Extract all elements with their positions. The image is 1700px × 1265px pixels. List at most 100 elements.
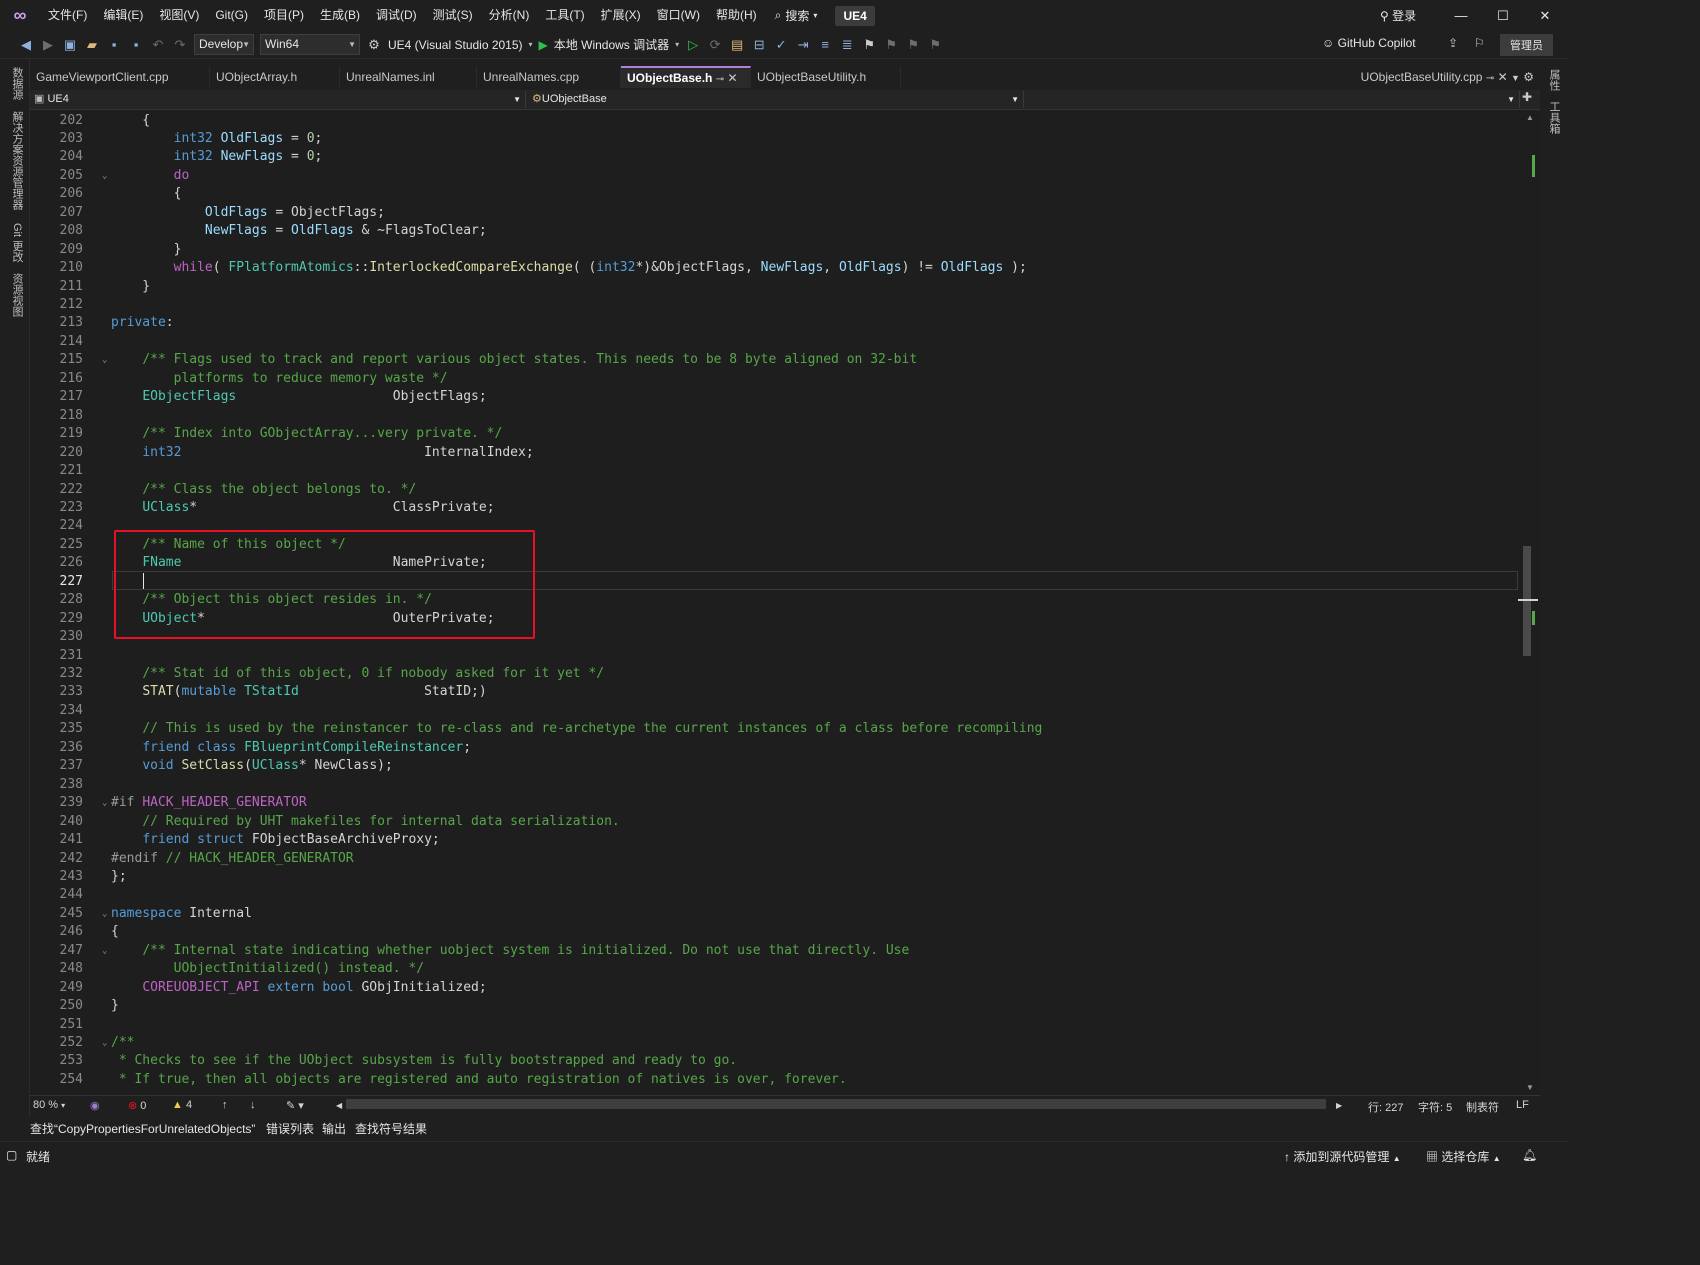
scope-dropdown[interactable]: ⚙UObjectBase ▼: [528, 91, 1024, 108]
error-list-tab[interactable]: 错误列表: [266, 1120, 314, 1137]
menu-item[interactable]: 窗口(W): [649, 0, 708, 31]
close-tab-icon[interactable]: ✕: [727, 71, 737, 85]
feedback-icon[interactable]: ⚐: [1474, 36, 1485, 50]
code-line[interactable]: 236 friend class FBlueprintCompileReinst…: [30, 739, 1522, 757]
search-button[interactable]: ⌕ 搜索 ▾: [765, 7, 828, 24]
tab-uobjectbaseutility-cpp[interactable]: UObjectBaseUtility.cpp ⊸ ✕ ▼ ⚙: [1355, 66, 1540, 88]
configuration-dropdown[interactable]: Develop ▼: [194, 34, 254, 55]
code-line[interactable]: 239 ⌄ #if HACK_HEADER_GENERATOR: [30, 794, 1522, 812]
menu-item[interactable]: 测试(S): [425, 0, 481, 31]
code-line[interactable]: 235 // This is used by the reinstancer t…: [30, 720, 1522, 738]
login-button[interactable]: ⚲ 登录: [1380, 7, 1416, 24]
code-line[interactable]: 249 COREUOBJECT_API extern bool GObjInit…: [30, 979, 1522, 997]
line-indicator[interactable]: 行: 227: [1368, 1099, 1403, 1115]
menu-item[interactable]: 项目(P): [256, 0, 312, 31]
code-line[interactable]: 237 void SetClass(UClass* NewClass);: [30, 757, 1522, 775]
code-line[interactable]: 203 int32 OldFlags = 0;: [30, 130, 1522, 148]
fold-toggle-icon[interactable]: ⌄: [102, 167, 107, 185]
code-line[interactable]: 242 #endif // HACK_HEADER_GENERATOR: [30, 850, 1522, 868]
code-line[interactable]: 218: [30, 407, 1522, 425]
next-bookmark-icon[interactable]: ⚑: [905, 37, 921, 53]
errors-indicator[interactable]: ⊗ 0: [128, 1099, 146, 1112]
code-line[interactable]: 207 OldFlags = ObjectFlags;: [30, 204, 1522, 222]
code-line[interactable]: 215 ⌄ /** Flags used to track and report …: [30, 351, 1522, 369]
code-line[interactable]: 243};: [30, 868, 1522, 886]
code-line[interactable]: 210 while( FPlatformAtomics::Interlocked…: [30, 259, 1522, 277]
health-icon[interactable]: ◉: [90, 1099, 100, 1112]
code-line[interactable]: 252 ⌄ /**: [30, 1034, 1522, 1052]
close-tab-icon[interactable]: ✕: [1498, 70, 1508, 84]
tab-uobjectarray[interactable]: UObjectArray.h: [210, 66, 340, 88]
code-line[interactable]: 206 {: [30, 185, 1522, 203]
redo-icon[interactable]: ↷: [172, 37, 188, 53]
menu-item[interactable]: Git(G): [207, 0, 256, 31]
menu-item[interactable]: 文件(F): [40, 0, 95, 31]
indentation-indicator[interactable]: 制表符: [1466, 1099, 1499, 1115]
spellcheck-icon[interactable]: ✓: [773, 37, 789, 53]
minimize-button[interactable]: —: [1440, 0, 1482, 31]
code-line[interactable]: 248 UObjectInitialized() instead. */: [30, 960, 1522, 978]
warnings-indicator[interactable]: ▲ 4: [172, 1099, 192, 1111]
scroll-up-icon[interactable]: ▲: [1526, 113, 1534, 122]
settings-gear-icon[interactable]: ⚙: [1523, 70, 1534, 84]
fold-toggle-icon[interactable]: ⌄: [102, 905, 107, 923]
code-line[interactable]: 216 platforms to reduce memory waste */: [30, 370, 1522, 388]
code-line[interactable]: 220 int32 InternalIndex;: [30, 444, 1522, 462]
menu-item[interactable]: 编辑(E): [95, 0, 151, 31]
back-icon[interactable]: ◀: [18, 37, 34, 53]
code-line[interactable]: 219 /** Index into GObjectArray...very p…: [30, 425, 1522, 443]
select-repository-button[interactable]: ▦ 选择仓库 ▲: [1426, 1148, 1501, 1165]
menu-item[interactable]: 生成(B): [312, 0, 368, 31]
undo-icon[interactable]: ↶: [150, 37, 166, 53]
pin-icon[interactable]: ⊸: [716, 74, 724, 85]
tab-unrealnames-inl[interactable]: UnrealNames.inl: [340, 66, 477, 88]
start-without-debugging-icon[interactable]: ▷: [685, 37, 701, 53]
code-line[interactable]: 214: [30, 333, 1522, 351]
prev-issue-icon[interactable]: ↑: [222, 1099, 228, 1111]
menu-item[interactable]: 工具(T): [537, 0, 592, 31]
tab-unrealnames-cpp[interactable]: UnrealNames.cpp: [477, 66, 621, 88]
fold-toggle-icon[interactable]: ⌄: [102, 1034, 107, 1052]
startup-project-dropdown[interactable]: UE4 (Visual Studio 2015): [388, 38, 523, 52]
menu-item[interactable]: 调试(D): [368, 0, 425, 31]
close-window-button[interactable]: ✕: [1524, 0, 1566, 31]
line-ending-indicator[interactable]: LF: [1516, 1099, 1529, 1111]
forward-icon[interactable]: ▶: [40, 37, 56, 53]
scroll-left-icon[interactable]: ◀: [336, 1101, 342, 1110]
save-all-icon[interactable]: ▪: [128, 37, 144, 52]
code-line[interactable]: 205 ⌄ do: [30, 167, 1522, 185]
git-changes-tab[interactable]: Git 更改: [9, 223, 25, 262]
toolbox-tab[interactable]: 工具箱: [1546, 101, 1562, 134]
column-indicator[interactable]: 字符: 5: [1418, 1099, 1452, 1115]
code-line[interactable]: 240 // Required by UHT makefiles for int…: [30, 813, 1522, 831]
add-to-source-control-button[interactable]: ↑ 添加到源代码管理 ▲: [1284, 1148, 1401, 1165]
next-issue-icon[interactable]: ↓: [250, 1099, 256, 1111]
save-icon[interactable]: ▪: [106, 37, 122, 52]
code-line[interactable]: 251: [30, 1016, 1522, 1034]
code-line[interactable]: 213 private:: [30, 314, 1522, 332]
code-line[interactable]: 247 ⌄ /** Internal state indicating wheth…: [30, 942, 1522, 960]
find-results-tab[interactable]: 查找“CopyPropertiesForUnrelatedObjects”: [30, 1120, 255, 1137]
clear-bookmarks-icon[interactable]: ⚑: [927, 37, 943, 53]
code-line[interactable]: 212: [30, 296, 1522, 314]
tab-list-dropdown-icon[interactable]: ▼: [1511, 73, 1520, 83]
code-line[interactable]: 208 NewFlags = OldFlags & ~FlagsToClear;: [30, 222, 1522, 240]
scroll-down-icon[interactable]: ▼: [1526, 1083, 1534, 1092]
code-line[interactable]: 234: [30, 702, 1522, 720]
code-line[interactable]: 246 {: [30, 923, 1522, 941]
bookmark-icon[interactable]: ⚑: [861, 37, 877, 53]
split-editor-icon[interactable]: ✚: [1522, 90, 1532, 104]
code-line[interactable]: 209 }: [30, 241, 1522, 259]
step-icon[interactable]: ⇥: [795, 37, 811, 53]
debug-target-button[interactable]: 本地 Windows 调试器: [554, 36, 669, 53]
platform-dropdown[interactable]: Win64 ▼: [260, 34, 360, 55]
layout-icon[interactable]: ⊟: [751, 37, 767, 53]
code-line[interactable]: 233 STAT(mutable TStatId StatID;): [30, 683, 1522, 701]
resource-view-tab[interactable]: 资源视图: [9, 273, 25, 317]
data-sources-tab[interactable]: 数据源: [9, 67, 25, 100]
member-dropdown[interactable]: ▼: [1026, 91, 1520, 108]
new-project-icon[interactable]: ▣: [62, 37, 78, 53]
menu-item[interactable]: 帮助(H): [708, 0, 765, 31]
tab-gameviewportclient[interactable]: GameViewportClient.cpp: [30, 66, 210, 88]
code-line[interactable]: 238: [30, 776, 1522, 794]
